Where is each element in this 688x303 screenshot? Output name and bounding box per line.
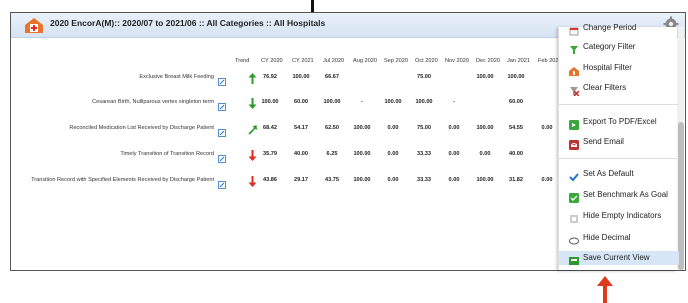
table-cell: 60.00: [509, 99, 523, 105]
col-cy2020[interactable]: CY 2020: [261, 58, 283, 64]
table-cell: 100.00: [353, 177, 371, 183]
table-cell: 100.00: [353, 125, 371, 131]
table-cell: 33.33: [417, 151, 431, 157]
row-label: Timely Transition of Transition Record: [120, 151, 214, 157]
edit-icon[interactable]: [218, 73, 226, 86]
table-cell: 29.17: [294, 177, 308, 183]
table-cell: 75.00: [417, 125, 431, 131]
menu-divider: [559, 158, 679, 159]
col-jul2020[interactable]: Jul 2020: [323, 58, 344, 64]
menu-item-hide-decimal[interactable]: Hide Decimal: [559, 231, 679, 245]
menu-item-hide-empty[interactable]: Hide Empty Indicators: [559, 209, 679, 223]
table-cell: 68.42: [263, 125, 277, 131]
row-label: Transition Record with Specified Element…: [31, 177, 214, 183]
menu-item-set-default[interactable]: Set As Default: [559, 167, 679, 182]
table-cell: 0.00: [387, 177, 399, 183]
table-cell: -: [361, 99, 363, 105]
col-sep2020[interactable]: Sep 2020: [384, 58, 408, 64]
col-trend: Trend: [235, 58, 250, 64]
table-cell: 40.00: [294, 151, 308, 157]
annotation-arrow-bottom-head: [597, 276, 613, 286]
table-cell: 100.00: [476, 74, 494, 80]
table-cell: 35.79: [263, 151, 277, 157]
table-cell: 33.33: [417, 177, 431, 183]
table-cell: 0.00: [387, 151, 399, 157]
table-cell: 100.00: [476, 177, 494, 183]
save-view-icon: [569, 253, 579, 265]
table-cell: 0.00: [448, 125, 460, 131]
edit-icon[interactable]: [218, 176, 226, 189]
checkmark-icon: [569, 169, 579, 182]
table-cell: 0.00: [448, 177, 460, 183]
hide-empty-icon: [569, 211, 579, 223]
table-cell: 76.92: [263, 74, 277, 80]
table-cell: 100.00: [476, 125, 494, 131]
menu-item-category-filter[interactable]: Category Filter: [559, 40, 679, 54]
menu-divider: [559, 104, 679, 105]
menu-item-benchmark-goal[interactable]: Set Benchmark As Goal: [559, 188, 679, 203]
menu-item-hospital-filter[interactable]: Hospital Filter: [559, 61, 679, 76]
table-cell: 0.00: [448, 151, 460, 157]
table-cell: 100.00: [384, 99, 402, 105]
menu-item-send-email[interactable]: Send Email: [559, 135, 679, 150]
table-cell: 0.00: [387, 125, 399, 131]
table-cell: 62.50: [325, 125, 339, 131]
table-cell: 31.82: [509, 177, 523, 183]
edit-icon[interactable]: [218, 124, 226, 137]
table-cell: 100.00: [415, 99, 433, 105]
row-label: Cesarean Birth, Nulliparous vertex singl…: [92, 99, 214, 105]
menu-item-clear-filters[interactable]: Clear Filters: [559, 81, 679, 97]
col-cy2021[interactable]: CY 2021: [292, 58, 314, 64]
filter-icon: [569, 42, 579, 54]
table-cell: 6.25: [326, 151, 338, 157]
email-icon: [569, 137, 579, 150]
table-cell: 75.00: [417, 74, 431, 80]
col-oct2020[interactable]: Oct 2020: [415, 58, 438, 64]
table-cell: 43.75: [325, 177, 339, 183]
row-label: Exclusive Breast Milk Feeding: [139, 74, 214, 80]
table-cell: 100.00: [507, 74, 525, 80]
options-menu: Change Period Category Filter Hospital F…: [558, 23, 679, 270]
col-aug2020[interactable]: Aug 2020: [353, 58, 377, 64]
table-cell: 66.67: [325, 74, 339, 80]
clear-filter-icon: [569, 83, 580, 97]
menu-item-export[interactable]: Export To PDF/Excel: [559, 115, 679, 130]
table-cell: 54.17: [294, 125, 308, 131]
table-cell: 60.00: [294, 99, 308, 105]
table-cell: 43.86: [263, 177, 277, 183]
table-cell: 54.55: [509, 125, 523, 131]
hospital-icon: [569, 63, 579, 76]
table-cell: 100.00: [323, 99, 341, 105]
table-cell: 40.00: [509, 151, 523, 157]
col-dec2020[interactable]: Dec 2020: [476, 58, 500, 64]
table-cell: 100.00: [353, 151, 371, 157]
decimal-icon: [569, 233, 579, 245]
annotation-arrow-bottom: [603, 285, 607, 303]
table-cell: -: [453, 99, 455, 105]
hospital-logo-icon: [25, 18, 43, 33]
table-cell: 100.00: [292, 74, 310, 80]
col-nov2020[interactable]: Nov 2020: [445, 58, 469, 64]
benchmark-icon: [569, 190, 579, 203]
calendar-icon: [569, 23, 579, 36]
col-jan2021[interactable]: Jan 2021: [507, 58, 530, 64]
table-cell: 0.00: [479, 151, 491, 157]
col-feb2021[interactable]: Feb 202: [538, 58, 559, 64]
edit-icon[interactable]: [218, 98, 226, 111]
menu-item-change-period[interactable]: Change Period: [559, 21, 679, 36]
menu-item-save-view[interactable]: Save Current View: [559, 251, 679, 265]
table-cell: 100.00: [261, 99, 279, 105]
edit-icon[interactable]: [218, 150, 226, 163]
row-label: Reconciled Medication List Received by D…: [69, 125, 214, 131]
report-title: 2020 EncorA(M):: 2020/07 to 2021/06 :: A…: [50, 18, 326, 28]
export-icon: [569, 117, 579, 130]
